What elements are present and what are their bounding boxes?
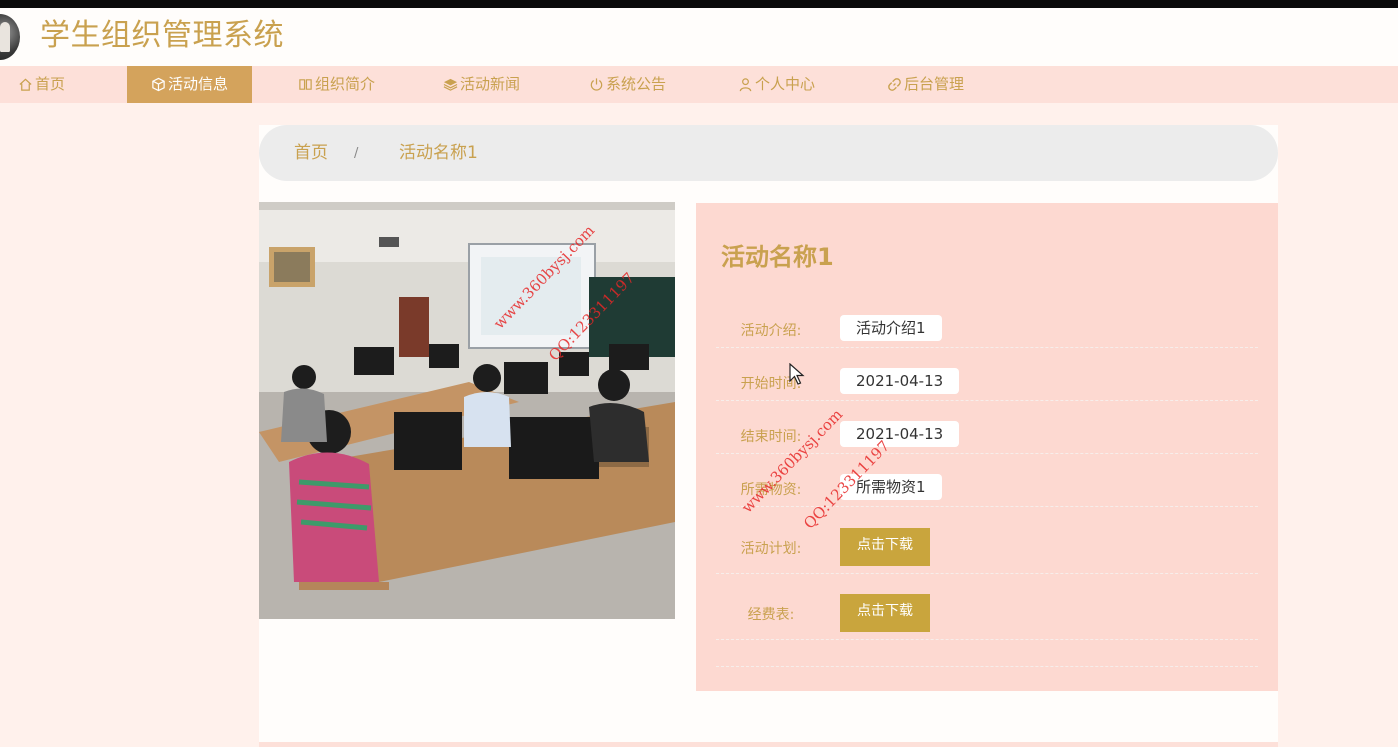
nav-item-announcements[interactable]: 系统公告 — [589, 66, 666, 103]
activity-detail-card: 活动名称1 活动介绍: 活动介绍1 开始时间: 2021-04-13 结束时间:… — [696, 203, 1278, 691]
power-icon — [590, 78, 603, 91]
nav-item-label: 活动信息 — [167, 75, 228, 93]
nav-item-admin[interactable]: 后台管理 — [887, 66, 964, 103]
main-nav: 首页 活动信息 组织简介 活动新闻 系统公告 个人中心 后台管理 — [0, 66, 1398, 103]
layers-icon — [443, 78, 458, 91]
nav-item-org-intro[interactable]: 组织简介 — [298, 66, 375, 103]
columns-icon — [299, 79, 312, 90]
mouse-cursor-icon — [789, 363, 805, 385]
site-logo — [0, 14, 20, 60]
nav-item-personal-center[interactable]: 个人中心 — [738, 66, 815, 103]
site-header: 学生组织管理系统 — [0, 8, 1398, 66]
field-value: 活动介绍1 — [840, 315, 942, 341]
cube-icon — [152, 77, 165, 92]
nav-item-activity-info[interactable]: 活动信息 — [127, 66, 252, 103]
activity-title: 活动名称1 — [721, 243, 834, 271]
nav-item-home[interactable]: 首页 — [18, 66, 65, 103]
field-label: 结束时间: — [740, 429, 802, 445]
field-row-end-time: 结束时间: 2021-04-13 — [716, 416, 1258, 454]
download-label: 活动计划: — [740, 541, 802, 557]
content-panel: 首页 / 活动名称1 活动名称1 活动介绍: 活动介绍1 开始时间: 2021-… — [259, 125, 1278, 747]
home-icon — [19, 78, 32, 91]
user-icon — [739, 78, 752, 92]
field-label: 开始时间: — [740, 376, 802, 392]
download-row-plan: 活动计划: 点击下载 — [716, 521, 1258, 574]
nav-item-label: 系统公告 — [606, 75, 667, 93]
field-value: 2021-04-13 — [840, 421, 960, 447]
link-icon — [888, 78, 901, 91]
window-top-bar — [0, 0, 1398, 8]
field-label: 活动介绍: — [740, 323, 802, 339]
field-row-intro: 活动介绍: 活动介绍1 — [716, 310, 1258, 348]
field-value: 所需物资1 — [840, 474, 942, 500]
download-row-budget: 经费表: 点击下载 — [716, 587, 1258, 640]
nav-item-activity-news[interactable]: 活动新闻 — [443, 66, 520, 103]
field-label: 所需物资: — [740, 482, 802, 498]
download-budget-button[interactable]: 点击下载 — [840, 594, 930, 632]
breadcrumb-current: 活动名称1 — [399, 143, 478, 163]
field-row-materials: 所需物资: 所需物资1 — [716, 469, 1258, 507]
nav-item-label: 活动新闻 — [460, 75, 521, 93]
nav-item-label: 组织简介 — [315, 75, 376, 93]
nav-item-label: 后台管理 — [904, 75, 965, 93]
site-title: 学生组织管理系统 — [40, 18, 284, 53]
field-value: 2021-04-13 — [840, 368, 960, 394]
footer-edge — [259, 742, 1278, 747]
breadcrumb: 首页 / 活动名称1 — [259, 125, 1278, 181]
detail-divider — [716, 649, 1258, 667]
download-label: 经费表: — [747, 607, 795, 623]
breadcrumb-separator: / — [354, 146, 359, 161]
nav-item-label: 个人中心 — [755, 75, 816, 93]
nav-item-label: 首页 — [35, 75, 66, 93]
activity-photo — [259, 202, 675, 619]
breadcrumb-home-link[interactable]: 首页 — [294, 125, 328, 181]
download-plan-button[interactable]: 点击下载 — [840, 528, 930, 566]
